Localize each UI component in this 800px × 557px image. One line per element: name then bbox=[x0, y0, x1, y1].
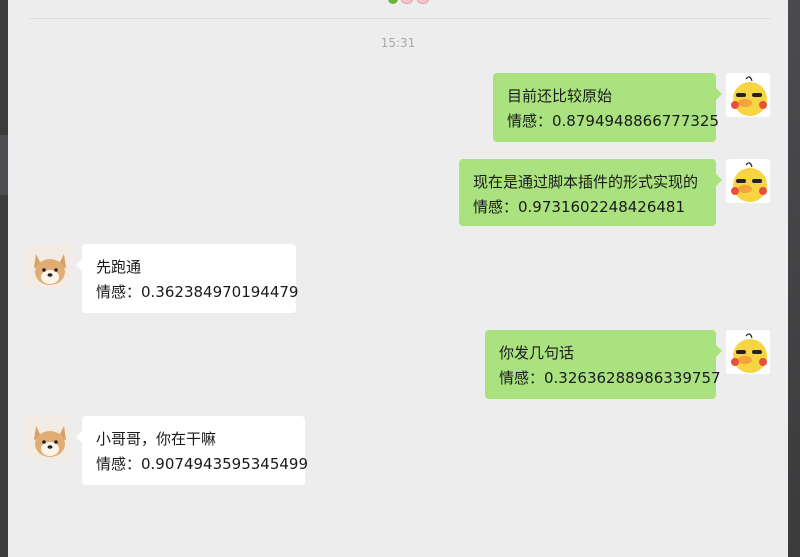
yellow-duck-avatar-icon[interactable] bbox=[726, 330, 770, 374]
message-bubble-outgoing[interactable]: 你发几句话 情感：0.32636288986339757 bbox=[485, 330, 722, 399]
message-text: 先跑通 bbox=[96, 258, 142, 276]
chat-panel: 15:31 目前还比较原始 情感：0.8794948866777325 现在是通… bbox=[8, 0, 788, 557]
window-scrollbar[interactable] bbox=[788, 0, 800, 557]
message-text: 小哥哥，你在干嘛 bbox=[96, 430, 217, 448]
message-sentiment: 情感：0.9731602248426481 bbox=[473, 198, 686, 216]
message-text: 你发几句话 bbox=[499, 344, 575, 362]
shiba-dog-avatar-icon[interactable] bbox=[28, 416, 72, 460]
yellow-duck-avatar-icon[interactable] bbox=[726, 73, 770, 117]
message-bubble-incoming[interactable]: 先跑通 情感：0.362384970194479 bbox=[76, 244, 299, 313]
message-sentiment: 情感：0.9074943595345499 bbox=[96, 455, 309, 473]
message-sentiment: 情感：0.8794948866777325 bbox=[507, 112, 720, 130]
message-sentiment: 情感：0.32636288986339757 bbox=[499, 369, 721, 387]
yellow-duck-avatar-icon[interactable] bbox=[726, 159, 770, 203]
shiba-dog-avatar-icon[interactable] bbox=[28, 244, 72, 288]
message-bubble-outgoing[interactable]: 目前还比较原始 情感：0.8794948866777325 bbox=[493, 73, 722, 142]
message-bubble-incoming[interactable]: 小哥哥，你在干嘛 情感：0.9074943595345499 bbox=[76, 416, 309, 485]
message-sentiment: 情感：0.362384970194479 bbox=[96, 283, 299, 301]
message-bubble-outgoing[interactable]: 现在是通过脚本插件的形式实现的 情感：0.9731602248426481 bbox=[459, 159, 722, 226]
message-timestamp: 15:31 bbox=[380, 36, 416, 50]
window-left-edge bbox=[0, 0, 8, 557]
leaf-bun-emoji-icon bbox=[388, 0, 430, 4]
message-text: 目前还比较原始 bbox=[507, 87, 613, 105]
message-text: 现在是通过脚本插件的形式实现的 bbox=[473, 173, 699, 191]
divider bbox=[30, 18, 770, 19]
